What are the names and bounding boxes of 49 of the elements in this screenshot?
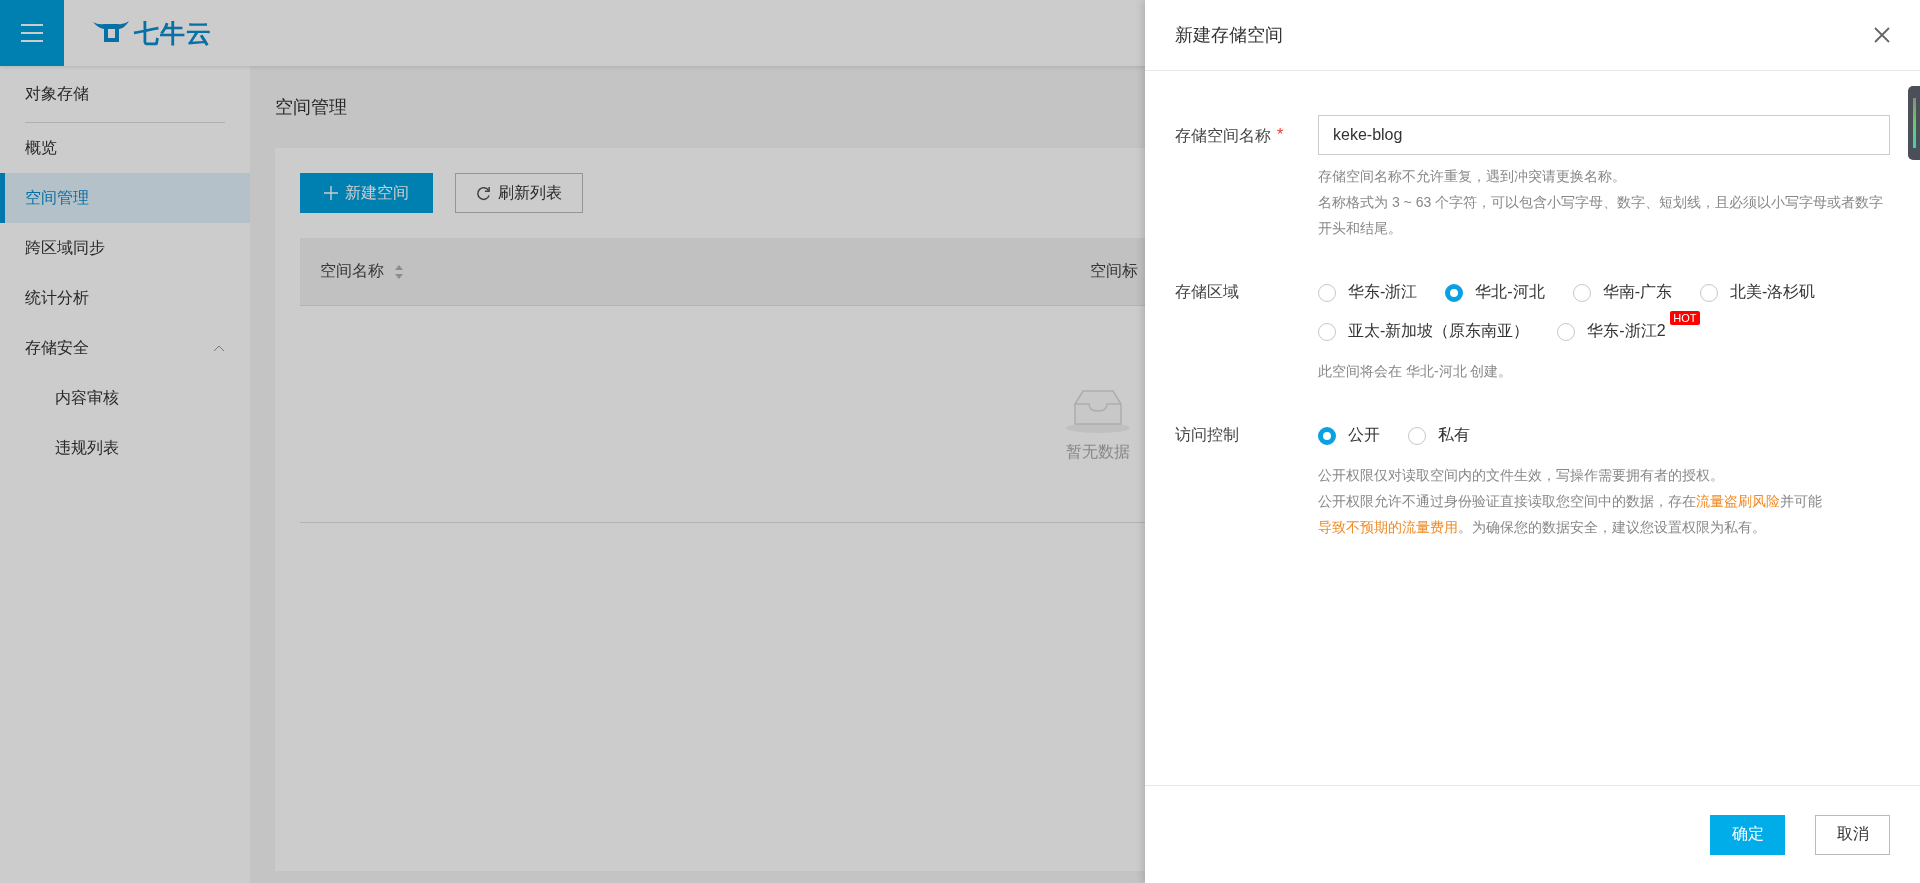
input-field[interactable]: keke-blog bbox=[1318, 115, 1890, 155]
radio-button[interactable] bbox=[1318, 283, 1336, 302]
sidebar-item[interactable]: 存储安全 bbox=[0, 323, 250, 373]
help-text: 存储空间名称不允许重复，遇到冲突请更换名称。 bbox=[1318, 167, 1627, 186]
sort-icon[interactable] bbox=[394, 263, 404, 280]
required-mark: * bbox=[1277, 126, 1284, 144]
drawer-title: 新建存储空间 bbox=[1175, 24, 1283, 47]
sidebar-title: 对象存储 bbox=[24, 83, 90, 104]
field-label: 存储区域 bbox=[1175, 282, 1239, 302]
close-button[interactable] bbox=[1874, 27, 1890, 43]
menu-button[interactable] bbox=[0, 0, 64, 66]
help-text: 名称格式为 3 ~ 63 个字符，可以包含小写字母、数字、短划线，且必须以小写字母或者数字开头和结尾。 bbox=[1318, 193, 1885, 238]
field-label: 访问控制 bbox=[1175, 425, 1239, 445]
radio-option[interactable]: 华南-广东 bbox=[1572, 282, 1672, 303]
radio-button[interactable] bbox=[1318, 426, 1336, 445]
help-text: 公开权限仅对读取空间内的文件生效，写操作需要拥有者的授权。 bbox=[1318, 466, 1725, 485]
help-text: 公开权限允许不通过身份验证直接读取您空间中的数据，存在流量盗刷风险并可能 导致不预期的流量费用。为确保您的数据安全，建议您设置权限为私有。 bbox=[1318, 492, 1823, 537]
radio-option[interactable]: 亚太-新加坡（原东南亚） bbox=[1318, 321, 1530, 342]
radio-button[interactable] bbox=[1557, 322, 1576, 341]
field-label: 存储空间名称 bbox=[1175, 126, 1271, 146]
close-icon bbox=[1874, 27, 1890, 43]
radio-button[interactable] bbox=[1700, 283, 1718, 302]
radio-option[interactable]: 公开 bbox=[1318, 425, 1380, 446]
menu-icon bbox=[20, 23, 44, 43]
radio-option[interactable]: 华东-浙江 bbox=[1318, 282, 1418, 303]
radio-button[interactable] bbox=[1408, 426, 1426, 445]
empty-text: 暂无数据 bbox=[1065, 441, 1130, 462]
refresh-button[interactable]: 刷新列表 bbox=[455, 173, 583, 213]
chevron-up-icon bbox=[213, 344, 225, 352]
sidebar-item[interactable]: 跨区域同步 bbox=[0, 223, 250, 273]
sidebar-item[interactable]: 内容审核 bbox=[0, 373, 250, 423]
radio-option[interactable]: 私有 bbox=[1408, 425, 1470, 446]
column-header[interactable]: 空间标 bbox=[1090, 261, 1138, 282]
radio-button[interactable] bbox=[1318, 322, 1336, 341]
sidebar-item[interactable]: 违规列表 bbox=[0, 423, 250, 473]
radio-option[interactable]: 华北-河北 bbox=[1445, 282, 1545, 303]
side-widget-icon[interactable] bbox=[1908, 86, 1920, 160]
page-title: 空间管理 bbox=[275, 96, 347, 119]
cancel-button[interactable]: 取消 bbox=[1815, 814, 1890, 855]
column-header[interactable]: 空间名称 bbox=[320, 261, 384, 282]
hot-badge: HOT bbox=[1670, 311, 1700, 325]
refresh-icon bbox=[476, 185, 491, 201]
radio-button[interactable] bbox=[1572, 283, 1591, 302]
sidebar-item[interactable]: 统计分析 bbox=[0, 273, 250, 323]
plus-icon bbox=[324, 186, 338, 200]
help-text: 此空间将会在 华北-河北 创建。 bbox=[1318, 362, 1514, 381]
sidebar-item[interactable]: 概览 bbox=[0, 123, 250, 173]
radio-button[interactable] bbox=[1445, 283, 1464, 302]
radio-option[interactable]: 北美-洛杉矶 bbox=[1700, 282, 1816, 303]
